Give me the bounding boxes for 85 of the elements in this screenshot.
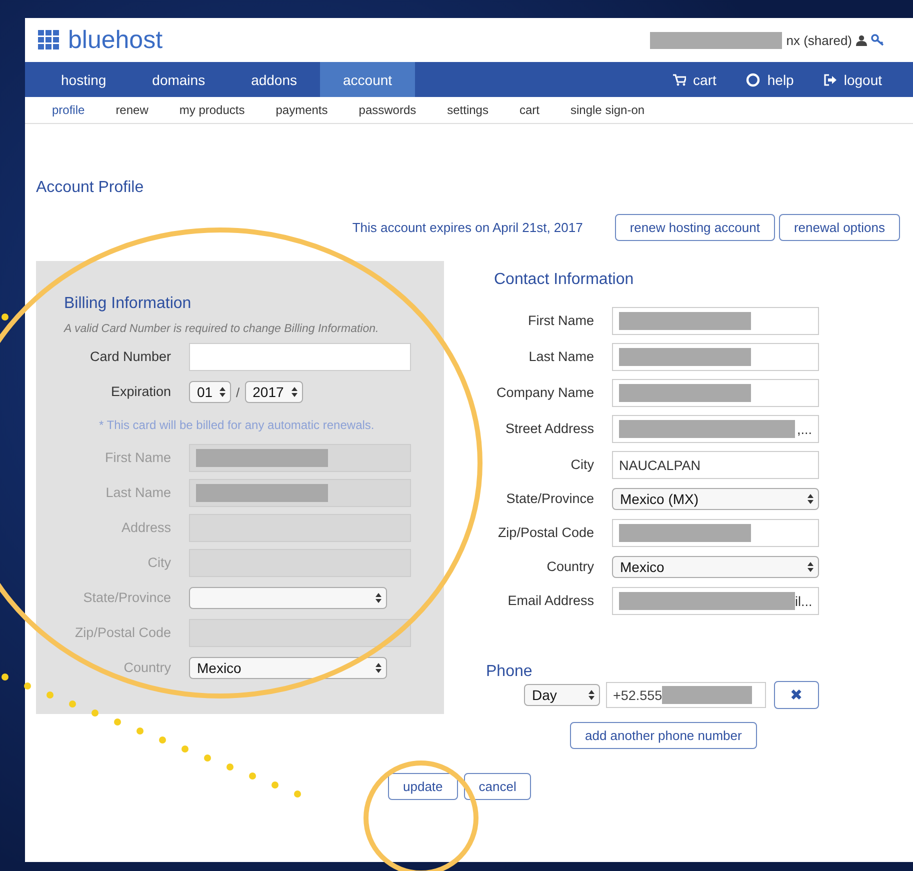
text-field[interactable] bbox=[612, 519, 819, 547]
form-button[interactable]: cancel bbox=[464, 773, 532, 800]
nav-tab[interactable]: addons bbox=[228, 62, 320, 97]
field-label: City bbox=[570, 456, 594, 474]
field-value: ,... bbox=[796, 422, 812, 436]
field-label: Card Number bbox=[90, 348, 171, 366]
nav-link[interactable]: help bbox=[731, 62, 809, 97]
field-label: Country bbox=[124, 658, 171, 677]
phone-type-select[interactable]: Day bbox=[524, 684, 600, 706]
field-label: City bbox=[148, 554, 171, 572]
dropdown-arrows-icon bbox=[807, 493, 814, 505]
billing-note: * This card will be billed for any automatic renewals. bbox=[99, 418, 376, 432]
subnav-tab[interactable]: profile bbox=[52, 103, 85, 117]
billing-notice: A valid Card Number is required to change Billing Information. bbox=[64, 323, 380, 335]
account-name: nx (shared) bbox=[786, 32, 852, 48]
field-label: Zip/Postal Code bbox=[498, 524, 594, 542]
section-title: Phone bbox=[486, 663, 534, 681]
logout-icon bbox=[824, 74, 837, 86]
field-label: Email Address bbox=[508, 592, 594, 610]
phone-field[interactable]: +52.555 bbox=[606, 682, 766, 708]
subnav-tab[interactable]: payments bbox=[276, 103, 328, 117]
dropdown-select[interactable]: Mexico bbox=[612, 556, 819, 578]
nav-tab[interactable]: hosting bbox=[38, 62, 130, 97]
dropdown-arrows-icon bbox=[290, 386, 298, 398]
nav-tab[interactable]: domains bbox=[129, 62, 228, 97]
subnav-tab[interactable]: passwords bbox=[358, 103, 416, 117]
text-field[interactable] bbox=[612, 307, 819, 335]
nav-link-label: cart bbox=[693, 72, 716, 88]
text-field[interactable]: NAUCALPAN bbox=[612, 451, 819, 479]
nav-link[interactable]: cart bbox=[658, 62, 732, 97]
nav-link[interactable]: logout bbox=[808, 62, 897, 97]
field-label: Zip/Postal Code bbox=[74, 624, 171, 642]
add-phone-button[interactable]: add another phone number bbox=[570, 722, 757, 749]
form-button[interactable]: update bbox=[388, 773, 458, 800]
field-label: State/Province bbox=[83, 588, 171, 607]
field-label: Street Address bbox=[505, 420, 594, 438]
dropdown-select[interactable]: Mexico (MX) bbox=[612, 488, 819, 510]
dropdown-arrows-icon bbox=[219, 386, 226, 398]
year-select[interactable]: 2017 bbox=[244, 381, 303, 403]
dropdown-arrows-icon bbox=[807, 561, 814, 573]
user-icon bbox=[856, 34, 867, 46]
lifebuoy-icon bbox=[746, 72, 760, 86]
subnav-tab[interactable]: single sign-on bbox=[570, 103, 645, 117]
nav-tab[interactable]: account bbox=[320, 62, 416, 97]
dropdown-select[interactable] bbox=[189, 586, 387, 608]
cart-icon bbox=[673, 74, 686, 86]
text-field[interactable]: ,... bbox=[612, 415, 819, 443]
field-label: Company Name bbox=[496, 384, 594, 402]
key-icon[interactable] bbox=[871, 34, 885, 46]
annotation-dot bbox=[1, 313, 9, 321]
text-field[interactable] bbox=[612, 379, 819, 407]
field-label: First Name bbox=[104, 448, 171, 467]
field-label: Expiration bbox=[110, 383, 171, 402]
nav-link-label: logout bbox=[844, 72, 882, 88]
field-label: Last Name bbox=[106, 484, 171, 502]
grid-logo-icon bbox=[38, 30, 60, 50]
field-value: NAUCALPAN bbox=[619, 458, 701, 472]
renewal-button[interactable]: renewal options bbox=[778, 214, 900, 241]
dropdown-arrows-icon bbox=[375, 662, 382, 674]
logo-text: bluehost bbox=[68, 26, 163, 54]
subnav-tab[interactable]: settings bbox=[447, 103, 488, 117]
remove-phone-button[interactable]: ✖ bbox=[774, 681, 819, 709]
dropdown-arrows-icon bbox=[588, 689, 595, 701]
field-label: State/Province bbox=[506, 490, 594, 508]
month-select[interactable]: 01 bbox=[189, 381, 231, 403]
field-label: Country bbox=[546, 558, 594, 576]
section-title: Billing Information bbox=[64, 295, 192, 313]
nav-link-label: help bbox=[767, 72, 794, 88]
field-label: First Name bbox=[528, 312, 594, 330]
text-field[interactable] bbox=[612, 343, 819, 371]
dropdown-arrows-icon bbox=[375, 592, 382, 604]
text-field[interactable]: il... bbox=[612, 587, 819, 615]
field-label: Last Name bbox=[528, 348, 594, 366]
section-title: Contact Information bbox=[494, 271, 635, 289]
expiry-notice: This account expires on April 21st, 2017 bbox=[352, 220, 583, 235]
subnav-tab[interactable]: my products bbox=[179, 103, 245, 117]
renewal-button[interactable]: renew hosting account bbox=[614, 214, 775, 241]
field-label: Address bbox=[121, 518, 171, 537]
page-title: Account Profile bbox=[36, 179, 145, 197]
subnav-tab[interactable]: cart bbox=[519, 103, 540, 117]
text-field[interactable] bbox=[189, 342, 411, 370]
field-value: il... bbox=[795, 594, 812, 608]
date-separator: / bbox=[236, 384, 240, 400]
subnav-tab[interactable]: renew bbox=[116, 103, 148, 117]
phone-value: +52.555 bbox=[613, 688, 662, 702]
